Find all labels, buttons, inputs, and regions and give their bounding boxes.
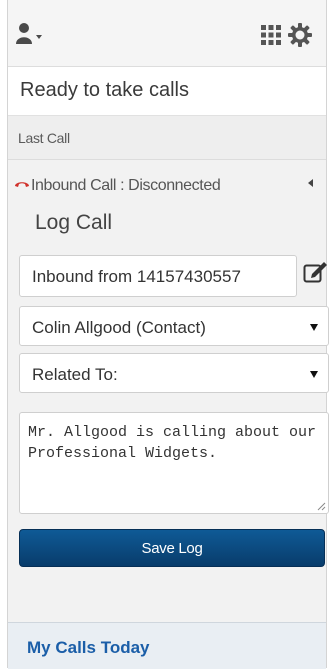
gear-icon (288, 23, 312, 47)
edit-icon[interactable] (303, 260, 329, 284)
grid-icon (261, 25, 281, 45)
call-status-text: Inbound Call : Disconnected (31, 177, 221, 194)
contact-select[interactable]: Colin Allgood (Contact) (19, 306, 329, 346)
user-menu-button[interactable] (16, 22, 48, 46)
collapse-arrow-icon[interactable] (308, 179, 313, 187)
my-calls-today-link[interactable]: My Calls Today (27, 638, 150, 658)
chevron-down-icon (36, 35, 42, 39)
call-subject-field[interactable]: Inbound from 14157430557 (19, 255, 297, 297)
save-log-button[interactable]: Save Log (19, 529, 325, 567)
log-call-title: Log Call (35, 211, 113, 234)
call-notes-textarea[interactable]: Mr. Allgood is calling about our Profess… (19, 412, 329, 514)
top-toolbar (8, 0, 326, 67)
footer-bar: My Calls Today (8, 622, 326, 669)
related-to-value: Related To: (32, 365, 118, 384)
phone-hangup-icon (15, 182, 29, 187)
dropdown-arrow-icon (310, 371, 318, 378)
contact-select-value: Colin Allgood (Contact) (32, 318, 206, 337)
status-row: Ready to take calls (8, 67, 326, 116)
last-call-label: Last Call (18, 130, 70, 146)
last-call-header[interactable]: Last Call (8, 116, 326, 160)
resize-grip-icon[interactable] (317, 502, 326, 511)
apps-button[interactable] (260, 24, 282, 46)
dropdown-arrow-icon (310, 324, 318, 331)
call-status-row: Inbound Call : Disconnected (8, 170, 326, 202)
user-icon (16, 23, 42, 44)
related-to-select[interactable]: Related To: (19, 353, 329, 393)
softphone-panel: Ready to take calls Last Call Inbound Ca… (7, 0, 329, 669)
agent-status: Ready to take calls (20, 79, 189, 101)
settings-button[interactable] (287, 22, 313, 48)
